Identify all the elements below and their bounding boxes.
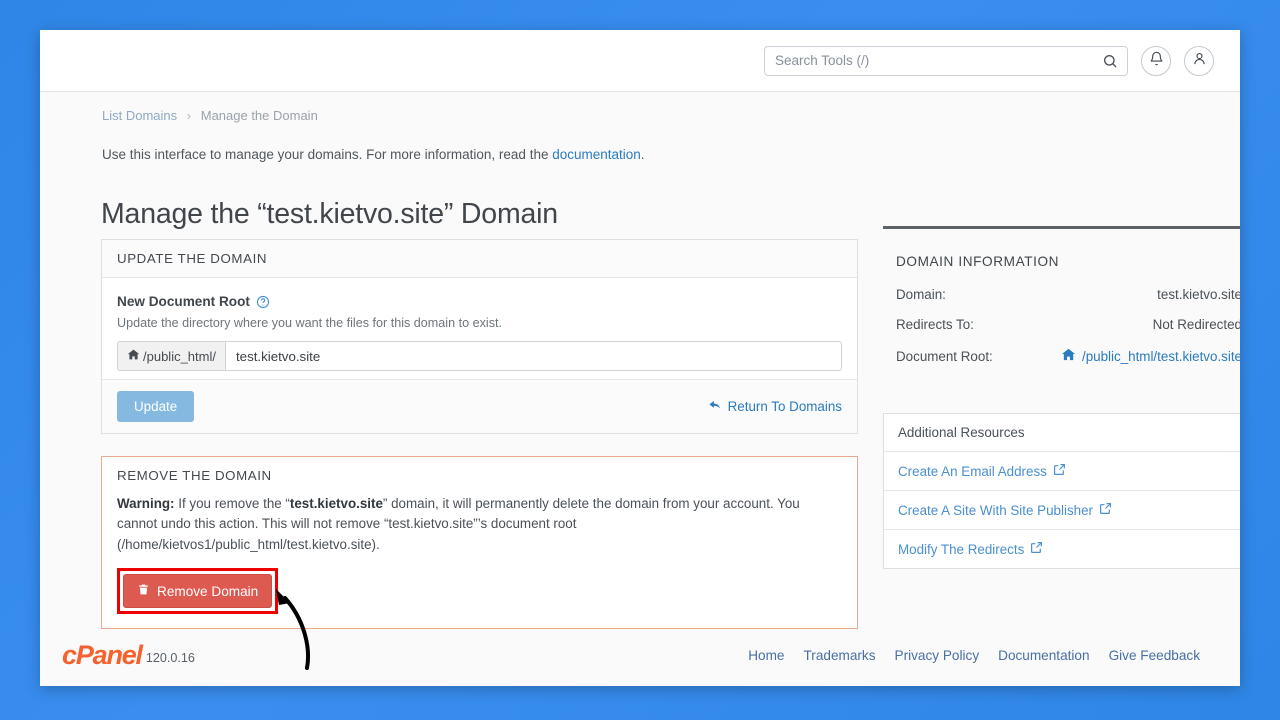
remove-domain-button[interactable]: Remove Domain	[123, 574, 273, 609]
footer-link-privacy-policy[interactable]: Privacy Policy	[895, 648, 980, 663]
home-icon	[1061, 347, 1076, 365]
search-icon	[1102, 53, 1118, 69]
info-label-redirects: Redirects To:	[896, 317, 974, 332]
cpanel-version: 120.0.16	[145, 651, 195, 666]
page-title: Manage the “test.kietvo.site” Domain	[101, 198, 558, 230]
resource-label: Modify The Redirects	[898, 541, 1025, 557]
warning-label: Warning:	[117, 496, 175, 511]
footer-links: Home Trademarks Privacy Policy Documenta…	[748, 648, 1200, 663]
search-box[interactable]	[764, 45, 1128, 76]
breadcrumb: List Domains › Manage the Domain	[102, 108, 318, 123]
resource-label: Create A Site With Site Publisher	[898, 502, 1094, 518]
info-row-domain: Domain: test.kietvo.site	[896, 287, 1240, 302]
cpanel-logo: cPanel	[62, 639, 143, 670]
update-button[interactable]: Update	[117, 391, 195, 422]
new-document-root-label-text: New Document Root	[117, 294, 250, 309]
intro-text: Use this interface to manage your domain…	[102, 147, 645, 162]
intro-text-before: Use this interface to manage your domain…	[102, 147, 553, 162]
document-root-link-text: /public_html/test.kietvo.site	[1081, 348, 1240, 364]
remove-panel-heading: REMOVE THE DOMAIN	[102, 457, 857, 488]
external-link-icon	[1053, 463, 1066, 479]
resource-link-create-email[interactable]: Create An Email Address	[884, 452, 1240, 491]
search-input[interactable]	[765, 46, 1127, 75]
info-value-domain: test.kietvo.site	[1157, 287, 1240, 302]
main-column: UPDATE THE DOMAIN New Document Root Upda…	[101, 239, 858, 630]
footer-link-documentation[interactable]: Documentation	[998, 648, 1089, 663]
resource-link-modify-redirects[interactable]: Modify The Redirects	[884, 530, 1240, 568]
page-footer: cPanel 120.0.16 Home Trademarks Privacy …	[40, 624, 1240, 686]
update-domain-panel: UPDATE THE DOMAIN New Document Root Upda…	[101, 239, 858, 434]
sidebar-divider	[883, 226, 1240, 229]
document-root-prefix-text: /public_html/	[143, 348, 216, 364]
info-row-redirects: Redirects To: Not Redirected	[896, 317, 1240, 332]
breadcrumb-separator: ›	[186, 108, 192, 123]
update-panel-body: New Document Root Update the directory w…	[102, 278, 857, 379]
breadcrumb-root-link[interactable]: List Domains	[102, 108, 177, 123]
home-icon	[127, 348, 140, 364]
resource-label: Create An Email Address	[898, 463, 1047, 479]
sidebar-column: DOMAIN INFORMATION Domain: test.kietvo.s…	[883, 226, 1240, 569]
document-root-link[interactable]: /public_html/test.kietvo.site	[1061, 347, 1240, 365]
external-link-icon	[1030, 541, 1043, 557]
warning-domain: test.kietvo.site	[289, 496, 383, 511]
document-root-input[interactable]	[224, 341, 842, 371]
remove-domain-panel: REMOVE THE DOMAIN Warning: If you remove…	[101, 456, 858, 630]
warning-part1: If you remove the “	[174, 496, 290, 511]
document-root-input-group: /public_html/	[117, 341, 842, 371]
footer-link-home[interactable]: Home	[748, 648, 784, 663]
question-circle-icon[interactable]	[256, 295, 270, 309]
remove-button-highlight: Remove Domain	[117, 568, 279, 615]
page-sheet: List Domains › Manage the Domain Use thi…	[40, 30, 1240, 686]
external-link-icon	[1099, 502, 1112, 518]
footer-link-trademarks[interactable]: Trademarks	[804, 648, 876, 663]
breadcrumb-current: Manage the Domain	[200, 108, 318, 123]
additional-resources-heading: Additional Resources	[884, 414, 1240, 452]
footer-link-give-feedback[interactable]: Give Feedback	[1109, 648, 1200, 663]
return-to-domains-label: Return To Domains	[727, 399, 842, 414]
trash-icon	[137, 583, 150, 599]
remove-panel-body: Warning: If you remove the “test.kietvo.…	[102, 488, 857, 628]
intro-text-after: .	[640, 147, 645, 162]
bell-icon	[1149, 51, 1164, 71]
info-value-redirects: Not Redirected	[1152, 317, 1240, 332]
top-header-bar	[40, 30, 1240, 92]
info-row-document-root: Document Root: /public_html/test.kietvo.…	[896, 347, 1240, 365]
resource-link-site-publisher[interactable]: Create A Site With Site Publisher	[884, 491, 1240, 530]
remove-domain-label: Remove Domain	[157, 583, 259, 599]
info-label-document-root: Document Root:	[896, 348, 993, 364]
notifications-button[interactable]	[1141, 45, 1171, 76]
update-panel-footer: Update Return To Domains	[102, 379, 857, 433]
cpanel-branding: cPanel 120.0.16	[62, 639, 195, 670]
new-document-root-label: New Document Root	[117, 294, 842, 309]
document-root-prefix-addon: /public_html/	[117, 341, 225, 371]
new-document-root-hint: Update the directory where you want the …	[117, 316, 503, 330]
remove-warning-text: Warning: If you remove the “test.kietvo.…	[117, 494, 842, 555]
additional-resources-card: Additional Resources Create An Email Add…	[883, 413, 1240, 569]
documentation-link[interactable]: documentation	[552, 147, 641, 162]
arrow-back-icon	[708, 398, 722, 415]
info-label-domain: Domain:	[896, 287, 946, 302]
user-icon	[1192, 51, 1207, 71]
domain-information-heading: DOMAIN INFORMATION	[896, 254, 1060, 269]
update-panel-heading: UPDATE THE DOMAIN	[102, 240, 857, 278]
account-button[interactable]	[1184, 45, 1214, 76]
return-to-domains-link[interactable]: Return To Domains	[708, 398, 842, 415]
